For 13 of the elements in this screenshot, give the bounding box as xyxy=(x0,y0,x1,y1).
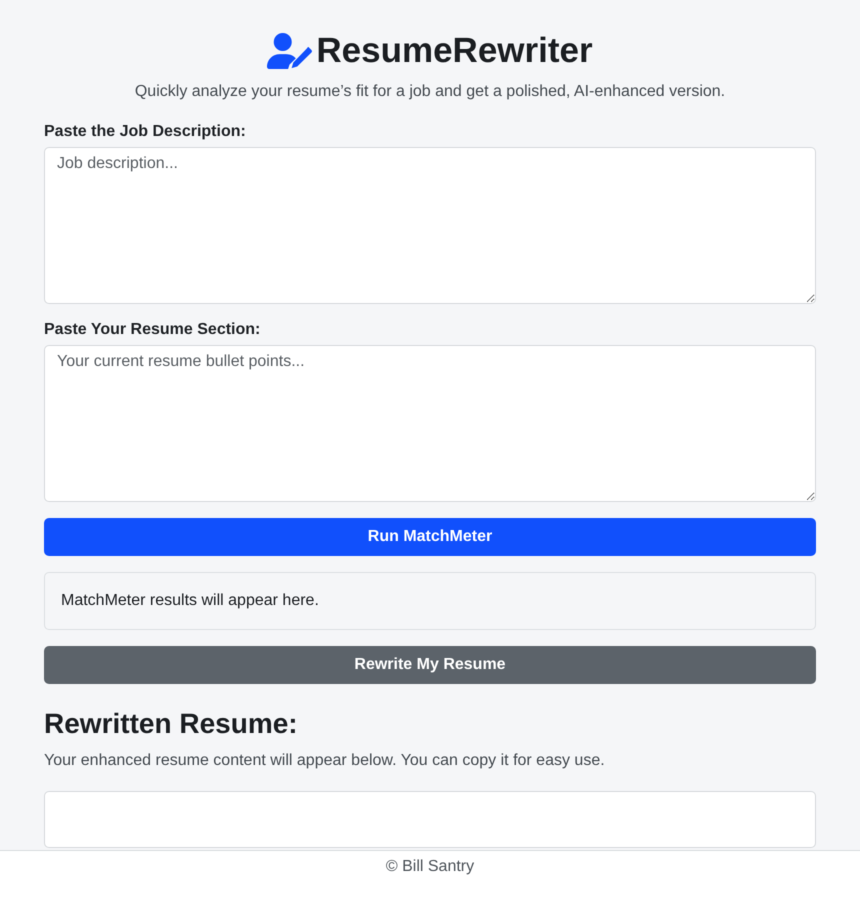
run-matchmeter-button[interactable]: Run MatchMeter xyxy=(44,518,816,556)
app-title: ResumeRewriter xyxy=(316,31,593,71)
app-subtitle: Quickly analyze your resume’s fit for a job and get a polished, AI-enhanced version. xyxy=(134,82,726,102)
field-label: Paste the Job Description: xyxy=(44,122,246,142)
field-label: Paste Your Resume Section: xyxy=(44,320,260,340)
user-pen-icon xyxy=(267,33,312,69)
section-description: Your enhanced resume content will appear below. You can copy it for easy use. xyxy=(44,751,606,771)
copyright-text: © Bill Santry xyxy=(386,857,474,877)
text-area[interactable]: Job description... xyxy=(44,147,816,304)
text-area[interactable]: Your current resume bullet points... xyxy=(44,345,816,502)
results-message: MatchMeter results will appear here. xyxy=(44,572,816,630)
rewrite-resume-button[interactable]: Rewrite My Resume xyxy=(44,646,816,684)
section-heading: Rewritten Resume: xyxy=(44,707,298,741)
